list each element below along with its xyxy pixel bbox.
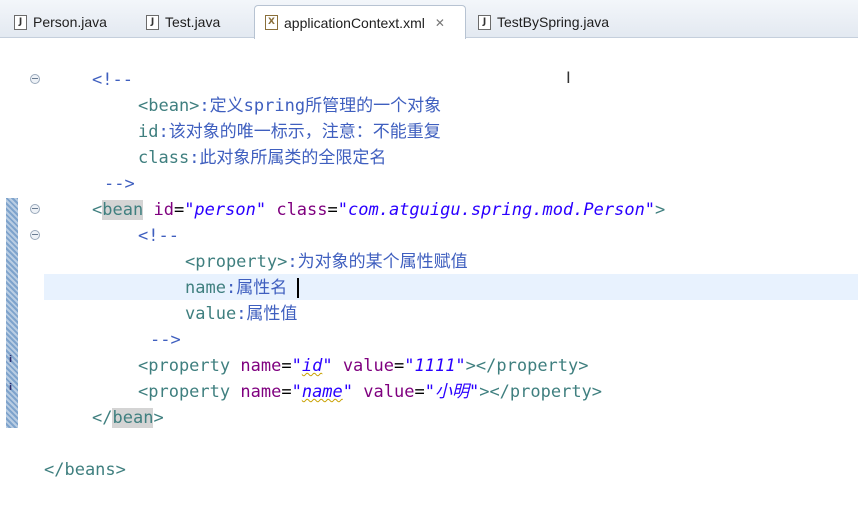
code-line-13: <property name="name" value="小明"></prope… xyxy=(138,382,603,402)
tab-label: TestBySpring.java xyxy=(497,14,610,30)
code-line-2: <bean>:定义spring所管理的一个对象 xyxy=(138,96,442,116)
current-line-highlight xyxy=(44,274,858,300)
info-marker-icon[interactable]: i xyxy=(9,384,14,393)
tab-test-java[interactable]: J Test.java xyxy=(136,6,220,38)
code-line-14: </bean> xyxy=(92,408,164,428)
code-line-5: --> xyxy=(104,174,135,194)
code-line-1: <!-- xyxy=(92,70,133,90)
code-line-9: name:属性名 xyxy=(185,278,288,298)
tab-label: applicationContext.xml xyxy=(284,14,425,31)
tab-application-context-xml[interactable]: X applicationContext.xml ✕ xyxy=(254,5,466,39)
code-line-6: <bean id="person" class="com.atguigu.spr… xyxy=(92,200,666,220)
editor-tab-bar: J Person.java J Test.java X applicationC… xyxy=(0,0,858,39)
code-line-12: <property name="id" value="1111"></prope… xyxy=(138,356,589,376)
tab-person-java[interactable]: J Person.java xyxy=(4,6,107,38)
tab-label: Test.java xyxy=(165,14,221,30)
code-line-16: </beans> xyxy=(44,460,126,480)
fold-toggle-icon[interactable] xyxy=(30,230,40,240)
fold-toggle-icon[interactable] xyxy=(30,204,40,214)
java-file-icon: J xyxy=(14,14,27,30)
code-line-4: class:此对象所属类的全限定名 xyxy=(138,148,387,168)
tab-label: Person.java xyxy=(33,14,107,30)
code-line-7: <!-- xyxy=(138,226,179,246)
java-file-icon: J xyxy=(478,14,491,30)
code-line-3: id:该对象的唯一标示，注意：不能重复 xyxy=(138,122,441,142)
fold-toggle-icon[interactable] xyxy=(30,74,40,84)
xml-file-icon: X xyxy=(265,15,278,30)
tab-test-by-spring-java[interactable]: J TestBySpring.java xyxy=(468,6,609,38)
mouse-ibeam-cursor-icon: I xyxy=(566,68,571,87)
code-line-10: value:属性值 xyxy=(185,304,298,324)
code-line-11: --> xyxy=(150,330,181,350)
quick-diff-ruler xyxy=(6,198,18,428)
code-line-8: <property>:为对象的某个属性赋值 xyxy=(185,252,468,272)
info-marker-icon[interactable]: i xyxy=(9,356,14,365)
java-file-icon: J xyxy=(146,14,159,30)
xml-editor[interactable]: i i <!-- <bean>:定义spring所管理的一个对象 id:该对象的… xyxy=(0,38,858,507)
close-tab-icon[interactable]: ✕ xyxy=(435,16,445,30)
text-caret xyxy=(297,278,299,298)
